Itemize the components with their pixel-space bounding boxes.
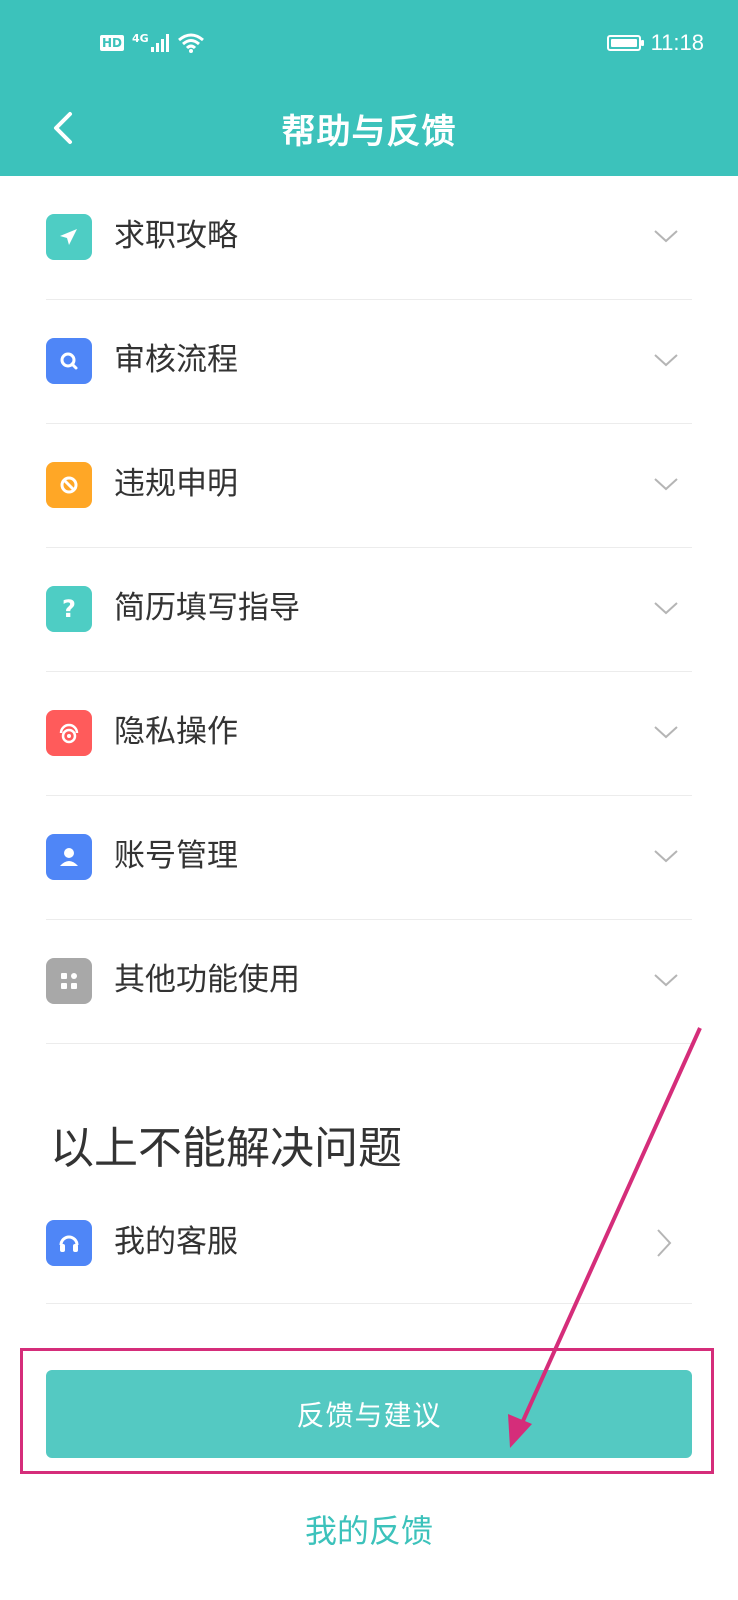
wifi-icon (177, 33, 204, 53)
privacy-icon (46, 710, 92, 756)
chevron-down-icon (654, 478, 678, 491)
help-item-other-features[interactable]: 其他功能使用 (46, 920, 692, 1044)
help-item-resume-guide[interactable]: ? 简历填写指导 (46, 548, 692, 672)
search-icon (46, 338, 92, 384)
chevron-right-icon (657, 1229, 672, 1257)
page-title: 帮助与反馈 (281, 112, 457, 152)
signal-icon (150, 34, 169, 52)
headset-icon (46, 1220, 92, 1266)
help-item-violation-statement[interactable]: 违规申明 (46, 424, 692, 548)
hd-badge: HD (100, 35, 125, 51)
customer-service-label: 我的客服 (114, 1224, 238, 1260)
annotation-highlight-box (20, 1348, 714, 1474)
help-item-account[interactable]: 账号管理 (46, 796, 692, 920)
send-icon (46, 214, 92, 260)
user-icon (46, 834, 92, 880)
my-feedback-link[interactable]: 我的反馈 (0, 1506, 738, 1552)
help-item-review-process[interactable]: 审核流程 (46, 300, 692, 424)
chevron-down-icon (654, 354, 678, 367)
chevron-down-icon (654, 230, 678, 243)
help-item-label: 求职攻略 (114, 218, 238, 254)
help-item-label: 账号管理 (114, 838, 238, 874)
network-type: 4G (132, 31, 149, 45)
battery-icon (606, 35, 644, 51)
help-item-label: 简历填写指导 (114, 590, 300, 626)
status-bar: HD 4G 11:18 (0, 0, 738, 88)
chevron-down-icon (654, 602, 678, 615)
app-header: HD 4G 11:18 帮助与反馈 (0, 0, 738, 176)
unresolved-title: 以上不能解决问题 (50, 1123, 402, 1174)
help-item-label: 违规申明 (114, 466, 238, 502)
customer-service-item[interactable]: 我的客服 (46, 1178, 692, 1304)
chevron-down-icon (654, 974, 678, 987)
help-item-label: 审核流程 (114, 342, 238, 378)
chevron-down-icon (654, 726, 678, 739)
question-icon: ? (46, 586, 92, 632)
chevron-down-icon (654, 850, 678, 863)
ban-icon (46, 462, 92, 508)
help-item-job-tips[interactable]: 求职攻略 (46, 176, 692, 300)
status-time: 11:18 (650, 30, 704, 55)
help-list: 求职攻略 审核流程 违规申明 ? 简历填写指导 隐私操作 账号管理 其他功能使用 (46, 176, 692, 1044)
apps-icon (46, 958, 92, 1004)
help-item-label: 隐私操作 (114, 714, 238, 750)
help-item-privacy[interactable]: 隐私操作 (46, 672, 692, 796)
help-item-label: 其他功能使用 (114, 962, 300, 998)
